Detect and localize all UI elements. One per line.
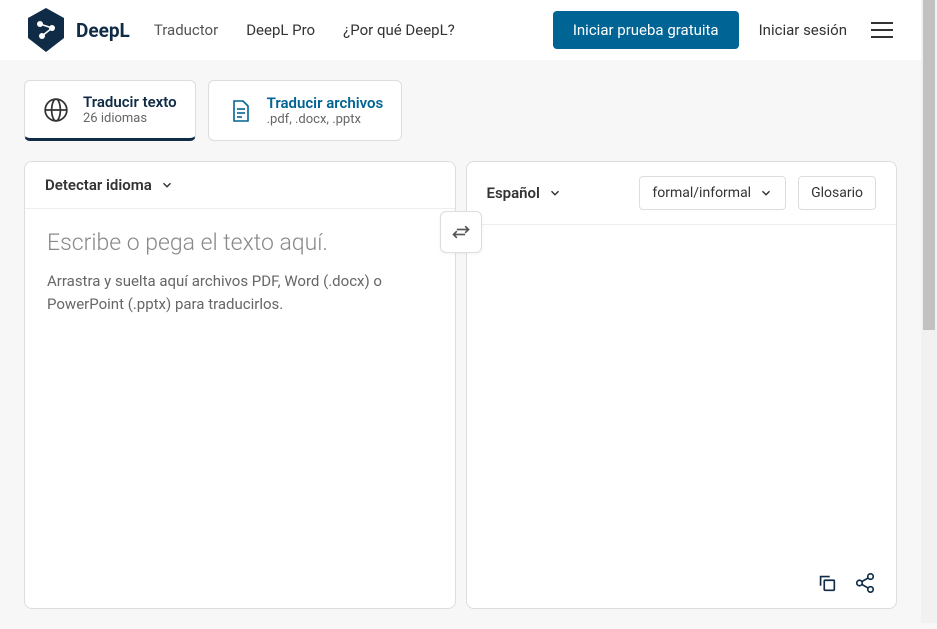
source-hint: Arrastra y suelta aquí archivos PDF, Wor… — [47, 270, 427, 315]
logo[interactable]: DeepL — [24, 6, 130, 54]
menu-icon[interactable] — [867, 18, 897, 42]
scrollbar[interactable] — [921, 0, 937, 623]
tab-files-sub: .pdf, .docx, .pptx — [267, 112, 384, 127]
source-panel: Detectar idioma Escribe o pega el texto … — [24, 161, 456, 609]
chevron-down-icon — [548, 186, 562, 200]
formality-label: formal/informal — [652, 185, 751, 201]
swap-icon — [451, 222, 471, 242]
source-language-select[interactable]: Detectar idioma — [45, 176, 174, 194]
chevron-down-icon — [160, 178, 174, 192]
document-icon — [227, 98, 253, 124]
source-placeholder: Escribe o pega el texto aquí. — [47, 229, 433, 256]
target-panel-header: Español formal/informal Glosario — [467, 162, 897, 225]
start-trial-button[interactable]: Iniciar prueba gratuita — [553, 11, 739, 49]
mode-tabs: Traducir texto 26 idiomas Traducir archi… — [0, 60, 921, 141]
login-link[interactable]: Iniciar sesión — [759, 21, 847, 39]
nav-why[interactable]: ¿Por qué DeepL? — [343, 21, 455, 39]
source-language-label: Detectar idioma — [45, 176, 152, 194]
header-right: Iniciar prueba gratuita Iniciar sesión — [553, 11, 897, 49]
deepl-logo-icon — [24, 6, 68, 54]
share-icon[interactable] — [854, 572, 876, 594]
tab-text-title: Traducir texto — [83, 93, 177, 111]
nav: Traductor DeepL Pro ¿Por qué DeepL? — [150, 21, 455, 39]
target-panel: Español formal/informal Glosario — [466, 161, 898, 609]
globe-icon — [43, 97, 69, 123]
brand-name: DeepL — [76, 19, 130, 42]
nav-translator[interactable]: Traductor — [154, 21, 218, 39]
tab-files-title: Traducir archivos — [267, 94, 384, 112]
copy-icon[interactable] — [816, 572, 838, 594]
formality-button[interactable]: formal/informal — [639, 176, 786, 210]
tab-text-sub: 26 idiomas — [83, 111, 177, 126]
swap-languages-button[interactable] — [440, 211, 482, 253]
target-panel-footer — [467, 558, 897, 608]
translator-area: Detectar idioma Escribe o pega el texto … — [0, 141, 921, 629]
source-text-area[interactable]: Escribe o pega el texto aquí. Arrastra y… — [25, 209, 455, 608]
tab-translate-files[interactable]: Traducir archivos .pdf, .docx, .pptx — [208, 80, 403, 141]
glossary-button[interactable]: Glosario — [798, 176, 876, 210]
nav-pro[interactable]: DeepL Pro — [246, 21, 315, 39]
chevron-down-icon — [759, 186, 773, 200]
target-language-select[interactable]: Español — [487, 184, 562, 202]
target-language-label: Español — [487, 184, 540, 202]
header: DeepL Traductor DeepL Pro ¿Por qué DeepL… — [0, 0, 921, 60]
tab-translate-text[interactable]: Traducir texto 26 idiomas — [24, 80, 196, 141]
source-panel-header: Detectar idioma — [25, 162, 455, 209]
scrollbar-thumb[interactable] — [923, 0, 935, 330]
target-text-area — [467, 225, 897, 558]
